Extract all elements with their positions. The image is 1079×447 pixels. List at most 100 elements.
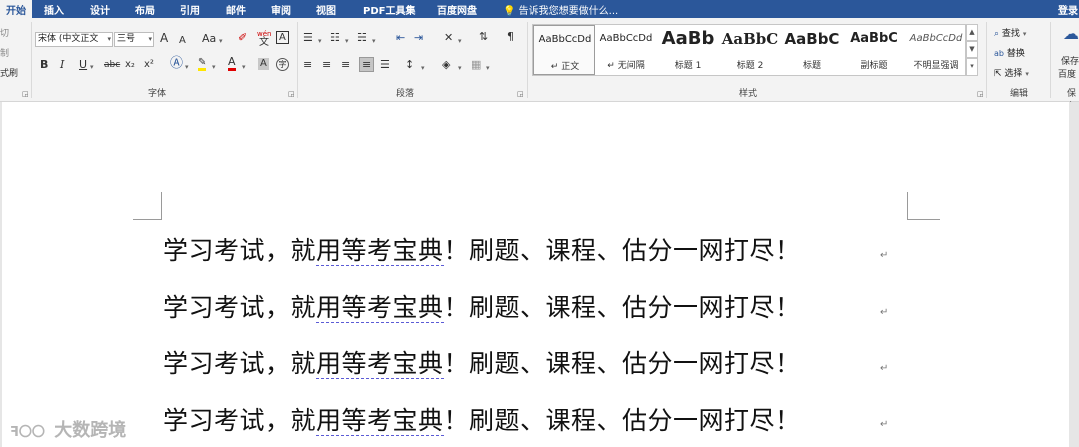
tab-layout[interactable]: 布局: [135, 2, 155, 17]
align-right-icon[interactable]: ≡: [341, 58, 350, 71]
bullets-icon[interactable]: ☰: [303, 31, 313, 44]
line-text: 学习考试，就: [163, 349, 317, 378]
group-divider: [986, 22, 987, 98]
increase-indent-icon[interactable]: ⇥: [414, 31, 423, 44]
tab-insert[interactable]: 插入: [44, 2, 64, 17]
select-button[interactable]: ⇱ 选择 ▾: [994, 66, 1029, 79]
style-subtle-emphasis[interactable]: AaBbCcDd 不明显强调: [905, 25, 967, 75]
document-line[interactable]: 学习考试，就用等考宝典！刷题、课程、估分一网打尽！: [163, 401, 801, 437]
align-center-icon[interactable]: ≡: [322, 58, 331, 71]
line-spacing-icon[interactable]: ↕: [405, 58, 414, 71]
save-label[interactable]: 保存: [1061, 54, 1079, 67]
find-label: 查找: [1001, 29, 1020, 39]
cut-button[interactable]: 切: [0, 26, 9, 39]
chevron-down-icon[interactable]: ▾: [421, 62, 425, 75]
chevron-down-icon[interactable]: ▾: [345, 35, 349, 48]
tab-design[interactable]: 设计: [90, 2, 110, 17]
numbering-icon[interactable]: ☷: [330, 31, 340, 44]
tab-baidu-netdisk[interactable]: 百度网盘: [437, 2, 477, 17]
styles-gallery: AaBbCcDd ↵ 正文 AaBbCcDd ↵ 无间隔 AaBb 标题 1 A…: [532, 24, 966, 76]
style-label: 副标题: [860, 61, 888, 71]
chevron-down-icon[interactable]: ▾: [458, 35, 462, 48]
superscript-button[interactable]: x²: [144, 58, 154, 71]
chevron-down-icon[interactable]: ▾: [212, 61, 216, 74]
spellcheck-text: 用等考宝典: [316, 349, 444, 379]
baidu-label[interactable]: 百度: [1058, 67, 1076, 80]
style-sample: AaBbC: [721, 30, 779, 48]
sort-icon[interactable]: ⇅: [479, 30, 488, 43]
replace-button[interactable]: ab 替换: [994, 46, 1025, 59]
cloud-save-icon[interactable]: ☁: [1063, 26, 1079, 42]
line-text: ！刷题、课程、估分一网打尽！: [443, 293, 801, 322]
tab-pdf-tools[interactable]: PDF工具集: [363, 2, 415, 17]
change-case-button[interactable]: Aa: [202, 32, 216, 45]
tell-me-box[interactable]: 💡 告诉我您想要做什么...: [503, 2, 618, 17]
phonetic-guide-icon[interactable]: 文: [259, 36, 269, 49]
style-no-spacing[interactable]: AaBbCcDd ↵ 无间隔: [595, 25, 657, 75]
chevron-down-icon[interactable]: ▾: [242, 61, 246, 74]
shrink-font-icon[interactable]: A: [179, 34, 186, 47]
find-button[interactable]: ⌕ 查找 ▾: [994, 26, 1026, 39]
subscript-button[interactable]: x₂: [125, 58, 135, 71]
font-size-select[interactable]: 三号 ▾: [114, 32, 154, 47]
tab-mailings[interactable]: 邮件: [226, 2, 246, 17]
styles-scroll-down-icon[interactable]: ▼: [966, 41, 978, 58]
document-line[interactable]: 学习考试，就用等考宝典！刷题、课程、估分一网打尽！: [163, 231, 801, 267]
copy-button[interactable]: 制: [0, 46, 9, 59]
align-left-icon[interactable]: ≡: [303, 58, 312, 71]
document-page[interactable]: [2, 102, 1069, 447]
shading-icon[interactable]: ◈: [442, 58, 450, 71]
lightbulb-icon: 💡: [503, 6, 516, 17]
tab-home[interactable]: 开始: [0, 0, 32, 18]
tab-references[interactable]: 引用: [180, 2, 200, 17]
chevron-down-icon[interactable]: ▾: [486, 62, 490, 75]
login-button[interactable]: 登录: [1058, 2, 1078, 17]
underline-button[interactable]: U: [79, 58, 87, 71]
show-marks-icon[interactable]: ¶: [507, 30, 514, 43]
chevron-down-icon[interactable]: ▾: [185, 61, 189, 74]
tab-view[interactable]: 视图: [316, 2, 336, 17]
style-heading-1[interactable]: AaBb 标题 1: [657, 25, 719, 75]
chevron-down-icon[interactable]: ▾: [372, 35, 376, 48]
paragraph-mark-icon: ↵: [880, 419, 889, 430]
style-heading-2[interactable]: AaBbC 标题 2: [719, 25, 781, 75]
borders-icon[interactable]: ▦: [471, 58, 481, 71]
clear-formatting-icon[interactable]: ✐: [238, 31, 247, 44]
chevron-down-icon[interactable]: ▾: [318, 35, 322, 48]
enclose-characters-icon[interactable]: 字: [276, 58, 289, 71]
text-effects-icon[interactable]: Ⓐ: [170, 57, 183, 70]
clipboard-launcher-icon[interactable]: ◲: [22, 90, 29, 98]
grow-font-icon[interactable]: A: [160, 32, 168, 45]
tab-review[interactable]: 审阅: [271, 2, 291, 17]
highlight-color-icon[interactable]: ✎: [198, 57, 207, 71]
decrease-indent-icon[interactable]: ⇤: [396, 31, 405, 44]
multilevel-list-icon[interactable]: ☵: [357, 31, 367, 44]
replace-icon: ab: [994, 49, 1004, 58]
font-color-icon[interactable]: A: [228, 56, 236, 71]
font-family-select[interactable]: 宋体 (中文正文 ▾: [35, 32, 113, 47]
document-line[interactable]: 学习考试，就用等考宝典！刷题、课程、估分一网打尽！: [163, 344, 801, 380]
bold-button[interactable]: B: [40, 58, 48, 71]
paragraph-launcher-icon[interactable]: ◲: [517, 90, 524, 98]
style-sample: AaBbC: [784, 30, 840, 48]
strikethrough-button[interactable]: abc: [104, 59, 120, 72]
character-border-icon[interactable]: A: [276, 31, 289, 44]
chevron-down-icon[interactable]: ▾: [90, 61, 94, 74]
chevron-down-icon[interactable]: ▾: [458, 62, 462, 75]
document-line[interactable]: 学习考试，就用等考宝典！刷题、课程、估分一网打尽！: [163, 288, 801, 324]
italic-button[interactable]: I: [60, 58, 64, 71]
style-subtitle[interactable]: AaBbC 副标题: [843, 25, 905, 75]
font-launcher-icon[interactable]: ◲: [288, 90, 295, 98]
chevron-down-icon[interactable]: ▾: [219, 35, 223, 48]
style-normal[interactable]: AaBbCcDd ↵ 正文: [533, 25, 595, 75]
style-title[interactable]: AaBbC 标题: [781, 25, 843, 75]
justify-icon[interactable]: ≡: [359, 57, 375, 72]
format-painter-button[interactable]: 式刷: [0, 66, 18, 79]
chevron-down-icon: ▾: [1022, 30, 1027, 38]
chinese-layout-icon[interactable]: ✕: [444, 31, 453, 44]
styles-scroll-up-icon[interactable]: ▲: [966, 24, 978, 41]
distributed-icon[interactable]: ☰: [380, 58, 390, 71]
character-shading-icon[interactable]: A: [258, 58, 269, 70]
styles-launcher-icon[interactable]: ◲: [977, 90, 984, 98]
styles-more-icon[interactable]: ▾: [966, 58, 978, 76]
